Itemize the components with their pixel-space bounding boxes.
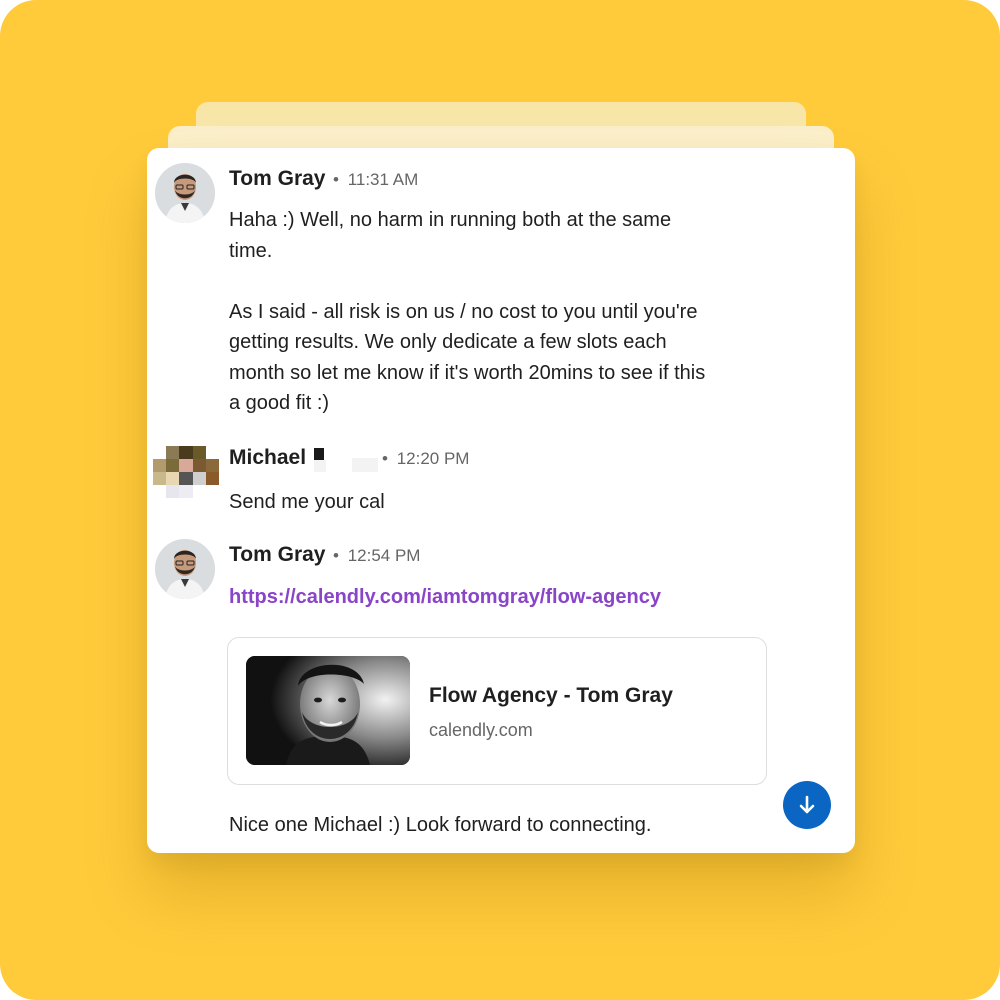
link-preview-title: Flow Agency - Tom Gray <box>429 684 673 707</box>
message-thread-card: Tom Gray • 11:31 AM Haha :) Well, no har… <box>147 148 855 853</box>
message-body: Nice one Michael :) Look forward to conn… <box>229 814 652 836</box>
sender-name[interactable]: Michael <box>229 446 306 470</box>
avatar-tom-gray[interactable] <box>155 539 215 599</box>
link-preview-domain: calendly.com <box>429 720 533 740</box>
message-timestamp: • 12:20 PM <box>382 449 469 469</box>
avatar-photo <box>155 539 215 599</box>
message-timestamp: • 11:31 AM <box>333 170 418 190</box>
redacted-surname-block <box>352 458 378 472</box>
link-preview-image <box>246 656 410 765</box>
scroll-to-bottom-button[interactable] <box>783 781 831 829</box>
redacted-surname-block <box>314 460 326 472</box>
sender-name[interactable]: Tom Gray <box>229 543 325 567</box>
avatar-michael-pixelated[interactable] <box>153 446 219 500</box>
avatar-tom-gray[interactable] <box>155 163 215 223</box>
timestamp-text: 12:54 PM <box>347 546 421 565</box>
separator-dot: • <box>333 170 339 189</box>
preview-portrait-photo <box>246 656 410 765</box>
message-body: Haha :) Well, no harm in running both at… <box>229 209 706 414</box>
separator-dot: • <box>333 546 339 565</box>
separator-dot: • <box>382 449 388 468</box>
avatar-photo <box>155 163 215 223</box>
page-background: Tom Gray • 11:31 AM Haha :) Well, no har… <box>0 0 1000 1000</box>
arrow-down-icon <box>799 795 815 814</box>
timestamp-text: 11:31 AM <box>347 170 419 189</box>
pixelated-avatar-image <box>153 446 219 498</box>
message-timestamp: • 12:54 PM <box>333 546 420 566</box>
timestamp-text: 12:20 PM <box>396 449 470 468</box>
sender-name[interactable]: Tom Gray <box>229 167 325 191</box>
link-preview-card[interactable]: Flow Agency - Tom Gray calendly.com <box>227 637 767 785</box>
calendly-link[interactable]: https://calendly.com/iamtomgray/flow-age… <box>229 586 661 609</box>
message-body: Send me your cal <box>229 491 385 513</box>
